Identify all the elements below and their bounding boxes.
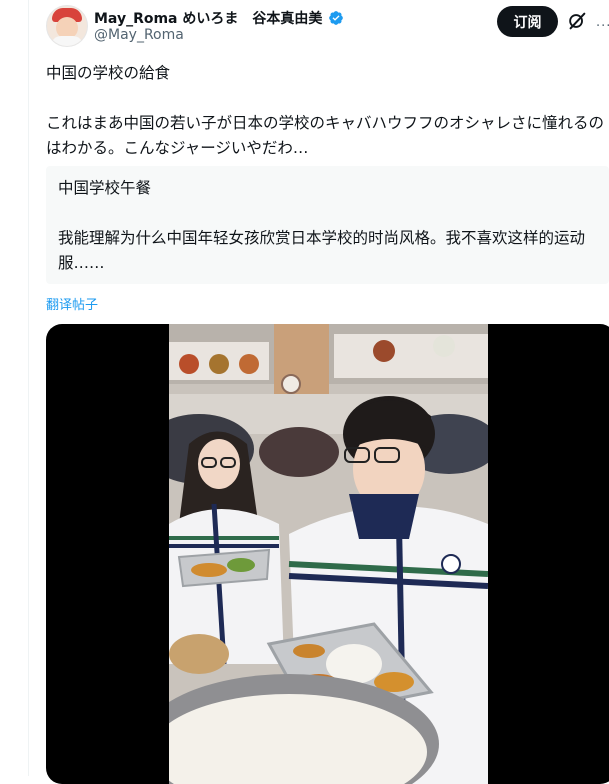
verified-badge-icon <box>329 11 344 25</box>
timeline-divider <box>28 0 29 776</box>
video-player[interactable] <box>46 324 609 784</box>
tweet-text-line: 中国の学校の給食 <box>46 64 171 82</box>
author-name-row[interactable]: May_Roma めいろま 谷本真由美 <box>94 8 344 28</box>
tweet-text: 中国の学校の給食 これはまあ中国の若い子が日本の学校のキャバハウフフのオシャレさ… <box>46 61 609 161</box>
translation-box: 中国学校午餐 我能理解为什么中国年轻女孩欣赏日本学校的时尚风格。我不喜欢这样的运… <box>46 166 609 284</box>
author-handle[interactable]: @May_Roma <box>94 27 184 43</box>
more-icon[interactable]: ··· <box>596 19 609 34</box>
tweet-text-line: これはまあ中国の若い子が日本の学校のキャバハウフフのオシャレさに憧れるのはわかる… <box>46 114 605 157</box>
translation-line: 我能理解为什么中国年轻女孩欣赏日本学校的时尚风格。我不喜欢这样的运动服…… <box>58 229 586 272</box>
video-frame[interactable] <box>169 324 488 784</box>
author-avatar[interactable] <box>46 5 88 47</box>
author-display-name[interactable]: May_Roma めいろま 谷本真由美 <box>94 8 322 28</box>
grok-icon[interactable] <box>566 10 588 32</box>
subscribe-button[interactable]: 订阅 <box>497 6 558 37</box>
translate-post-link[interactable]: 翻译帖子 <box>46 294 98 313</box>
translation-line: 中国学校午餐 <box>58 179 152 197</box>
